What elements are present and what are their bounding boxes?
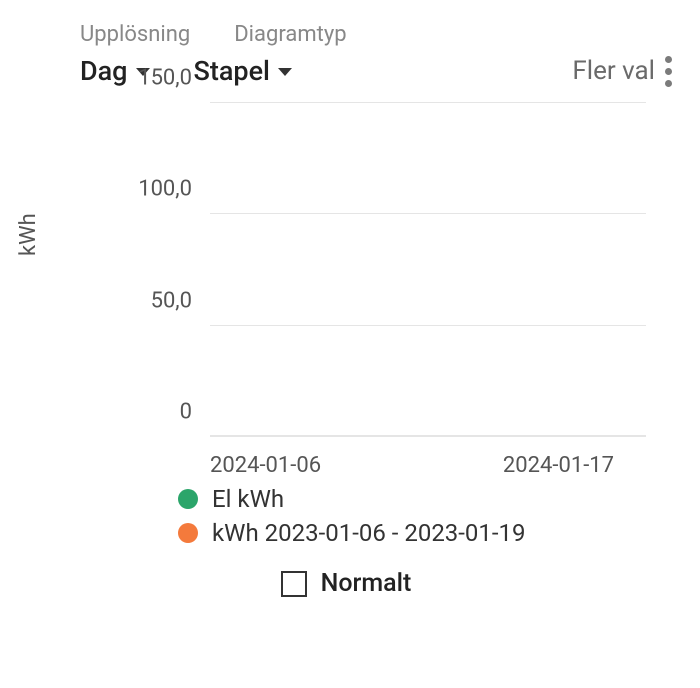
x-tick-end: 2024-01-17 <box>503 453 614 478</box>
x-tick-start: 2024-01-06 <box>210 453 321 478</box>
normal-checkbox[interactable]: Normalt <box>20 569 672 598</box>
legend-dot-icon <box>178 523 198 543</box>
chevron-down-icon <box>278 68 292 76</box>
legend-dot-icon <box>178 489 198 509</box>
y-tick: 100,0 <box>138 177 210 202</box>
bar-chart: kWh 050,0100,0150,0 2024-01-06 2024-01-1… <box>20 91 672 481</box>
normal-label: Normalt <box>321 569 412 598</box>
y-tick: 150,0 <box>138 66 210 91</box>
legend-series-0: El kWh <box>212 485 284 513</box>
more-vert-icon <box>665 56 672 87</box>
resolution-value: Dag <box>80 55 128 87</box>
y-tick: 50,0 <box>151 288 210 313</box>
resolution-label: Upplösning <box>80 22 190 47</box>
more-options-button[interactable]: Fler val <box>572 56 672 87</box>
more-options-label: Fler val <box>572 56 655 86</box>
chart-legend: El kWh kWh 2023-01-06 - 2023-01-19 <box>20 485 672 547</box>
charttype-label: Diagramtyp <box>234 22 346 47</box>
y-tick: 0 <box>180 400 210 425</box>
y-axis-label: kWh <box>16 213 41 256</box>
legend-series-1: kWh 2023-01-06 - 2023-01-19 <box>212 519 526 547</box>
checkbox-icon <box>281 571 307 597</box>
